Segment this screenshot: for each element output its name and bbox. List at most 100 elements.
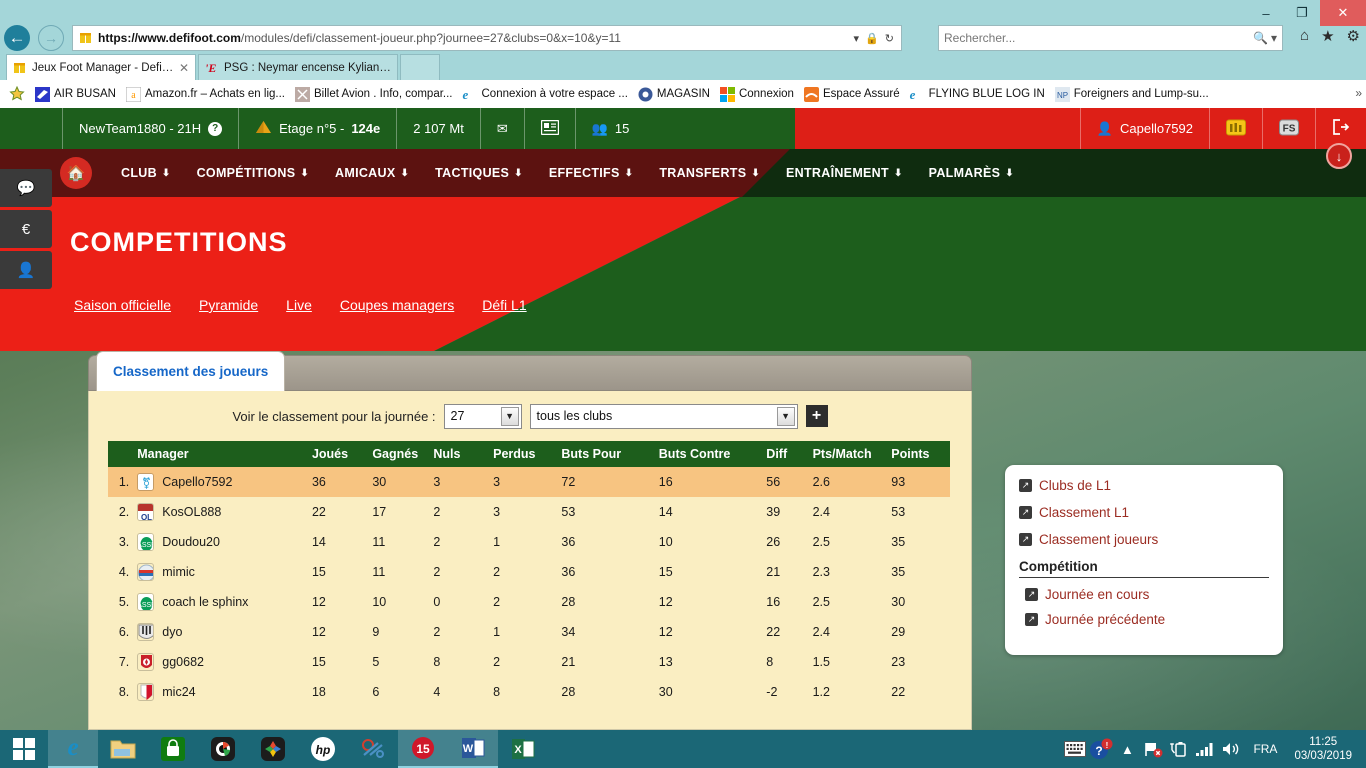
- table-row[interactable]: 8. mic24 18 6 4 8 28 30 -2 1.2 22: [108, 677, 950, 707]
- taskbar-internet-explorer[interactable]: e: [48, 730, 98, 768]
- rail-money-button[interactable]: €: [0, 210, 52, 248]
- keyboard-icon[interactable]: [1062, 730, 1088, 768]
- nav-item-effectifs[interactable]: EFFECTIFS ⬇: [536, 166, 646, 180]
- close-tab-icon[interactable]: ✕: [179, 61, 189, 75]
- messages-button[interactable]: ✉: [479, 108, 524, 149]
- bookmark-favorites-icon[interactable]: [6, 86, 28, 102]
- clubs-select[interactable]: tous les clubs ▼: [529, 403, 798, 429]
- chevron-down-icon: ⬇: [400, 167, 410, 179]
- nav-item-amicaux[interactable]: AMICAUX ⬇: [322, 166, 422, 180]
- nav-item-tactiques[interactable]: TACTIQUES ⬇: [422, 166, 536, 180]
- table-row[interactable]: 7. gg0682 15 5 8 2 21 13 8 1.5 23: [108, 647, 950, 677]
- wifi-signal-icon[interactable]: [1192, 730, 1218, 768]
- link-clubs-de-l1[interactable]: ↗ Clubs de L1: [1019, 478, 1269, 493]
- chevron-down-icon[interactable]: ▾: [854, 32, 860, 45]
- chevron-down-icon[interactable]: ▼: [776, 406, 795, 426]
- bookmark-item-6[interactable]: Espace Assuré: [801, 86, 903, 102]
- bookmark-item-7[interactable]: e FLYING BLUE LOG IN: [907, 87, 1048, 102]
- browser-search-box[interactable]: Rechercher... 🔍 ▾: [938, 25, 1283, 51]
- browser-tab-1[interactable]: 'E PSG : Neymar encense Kylian ...: [198, 54, 398, 80]
- home-icon[interactable]: ⌂: [1300, 27, 1309, 45]
- bookmark-item-1[interactable]: a Amazon.fr – Achats en lig...: [123, 86, 288, 102]
- apply-filter-button[interactable]: +: [805, 405, 828, 427]
- help-icon[interactable]: ?: [208, 121, 223, 136]
- bookmark-item-4[interactable]: MAGASIN: [635, 87, 713, 102]
- rail-profile-button[interactable]: 👤: [0, 251, 52, 289]
- money-info[interactable]: 2 107 Mt: [396, 108, 480, 149]
- browser-tab-0[interactable]: Jeux Foot Manager - Defifo... ✕: [6, 54, 196, 80]
- back-button[interactable]: ←: [0, 22, 34, 54]
- link-journee-precedente[interactable]: ↗ Journée précédente: [1025, 612, 1269, 627]
- subnav-coupes-managers[interactable]: Coupes managers: [340, 297, 454, 313]
- settings-gear-icon[interactable]: ⚙: [1347, 27, 1360, 45]
- show-hidden-icons-button[interactable]: ▲: [1114, 730, 1140, 768]
- taskbar-media-app[interactable]: [198, 730, 248, 768]
- members-info[interactable]: 👥 15: [574, 108, 646, 149]
- bookmark-item-2[interactable]: Billet Avion . Info, compar...: [292, 86, 456, 102]
- nav-item-competitions[interactable]: COMPÉTITIONS ⬇: [184, 166, 322, 180]
- bookmarks-overflow-icon[interactable]: »: [1355, 86, 1362, 100]
- clock[interactable]: 11:25 03/03/2019: [1286, 735, 1360, 763]
- table-row[interactable]: 4. mimic 15 11 2 2 36 15 21 2.3 35: [108, 557, 950, 587]
- nav-item-entrainement[interactable]: ENTRAÎNEMENT ⬇: [773, 166, 916, 180]
- language-indicator[interactable]: FRA: [1244, 742, 1286, 756]
- forward-button[interactable]: →: [34, 22, 68, 54]
- fs-button[interactable]: FS: [1262, 108, 1315, 149]
- taskbar-defifoot[interactable]: 15: [398, 730, 448, 768]
- user-account[interactable]: 👤 Capello7592: [1079, 108, 1209, 149]
- tab-classement-des-joueurs[interactable]: Classement des joueurs: [96, 351, 286, 391]
- nav-item-palmares[interactable]: PALMARÈS ⬇: [916, 166, 1027, 180]
- address-bar[interactable]: https://www.defifoot.com/modules/defi/cl…: [72, 25, 902, 51]
- network-error-icon[interactable]: [1140, 730, 1166, 768]
- subnav-defi-l1[interactable]: Défi L1: [482, 297, 526, 313]
- table-row[interactable]: 6. dyo 12 9 2 1 34 12 22 2.4 29: [108, 617, 950, 647]
- taskbar-hp-app[interactable]: hp: [298, 730, 348, 768]
- bookmark-item-8[interactable]: NP Foreigners and Lump-su...: [1052, 86, 1212, 102]
- table-row[interactable]: 5. ASSE coach le sphinx 12 10 0 2 28 12 1…: [108, 587, 950, 617]
- nav-item-transferts[interactable]: TRANSFERTS ⬇: [646, 166, 773, 180]
- taskbar-excel[interactable]: X: [498, 730, 548, 768]
- etage-info[interactable]: Etage n°5 - 124e: [238, 108, 396, 149]
- bookmark-item-3[interactable]: e Connexion à votre espace ...: [460, 87, 631, 102]
- volume-icon[interactable]: [1218, 730, 1244, 768]
- taskbar-snipping-tool[interactable]: [348, 730, 398, 768]
- subnav-live[interactable]: Live: [286, 297, 312, 313]
- bookmark-item-5[interactable]: Connexion: [717, 86, 797, 102]
- new-tab-button[interactable]: [400, 54, 440, 80]
- table-row[interactable]: 1. ⚧ Capello7592 36 30 3 3 72 16 56 2.6 9…: [108, 467, 950, 497]
- table-row[interactable]: 3. ASSE Doudou20 14 11 2 1 36 10 26 2.5 3…: [108, 527, 950, 557]
- chevron-down-icon[interactable]: ▾: [1271, 31, 1277, 45]
- club-crest-icon: [137, 653, 155, 671]
- link-journee-en-cours[interactable]: ↗ Journée en cours: [1025, 587, 1269, 602]
- link-classement-l1[interactable]: ↗ Classement L1: [1019, 505, 1269, 520]
- nav-label: CLUB: [121, 166, 157, 180]
- news-button[interactable]: [523, 108, 575, 149]
- euro-icon: €: [21, 220, 31, 238]
- table-row[interactable]: 2. OL KosOL888 22 17 2 3 53 14 39 2.4 53: [108, 497, 950, 527]
- taskbar-word[interactable]: W: [448, 730, 498, 768]
- taskbar-file-explorer[interactable]: [98, 730, 148, 768]
- subnav-saison-officielle[interactable]: Saison officielle: [74, 297, 171, 313]
- subnav-pyramide[interactable]: Pyramide: [199, 297, 258, 313]
- taskbar-puzzle-app[interactable]: [248, 730, 298, 768]
- nav-item-club[interactable]: CLUB ⬇: [108, 166, 184, 180]
- start-button[interactable]: [0, 730, 48, 768]
- scroll-down-button[interactable]: ↓: [1326, 143, 1352, 169]
- nav-home-button[interactable]: 🏠: [60, 157, 92, 189]
- th-pts-match: Pts/Match: [812, 441, 892, 467]
- cell-rank: 1.: [108, 467, 138, 497]
- bookmark-item-0[interactable]: AIR BUSAN: [32, 86, 119, 102]
- support-alert-icon[interactable]: ?!: [1088, 730, 1114, 768]
- rail-chat-button[interactable]: 💬: [0, 169, 52, 207]
- taskbar-microsoft-store[interactable]: [148, 730, 198, 768]
- search-icon[interactable]: 🔍: [1253, 31, 1268, 45]
- link-classement-joueurs[interactable]: ↗ Classement joueurs: [1019, 532, 1269, 547]
- stadium-button[interactable]: [1209, 108, 1262, 149]
- favorites-star-icon[interactable]: ★: [1321, 27, 1334, 45]
- battery-icon[interactable]: [1166, 730, 1192, 768]
- reload-icon[interactable]: ↻: [885, 32, 894, 45]
- chevron-down-icon[interactable]: ▼: [500, 406, 519, 426]
- team-info[interactable]: NewTeam1880 - 21H ?: [62, 108, 238, 149]
- journee-select[interactable]: 27 ▼: [443, 403, 522, 429]
- external-link-icon: ↗: [1019, 479, 1032, 492]
